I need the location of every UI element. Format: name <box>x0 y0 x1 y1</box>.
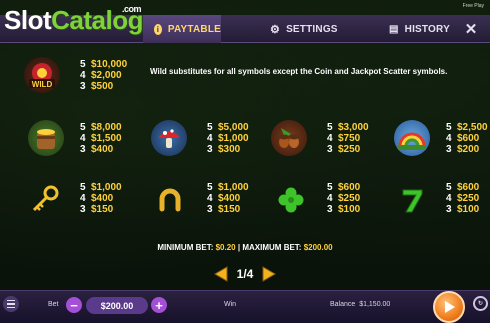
history-icon: ▤ <box>389 23 399 35</box>
prev-page-arrow-icon[interactable] <box>211 265 229 283</box>
info-icon: i <box>154 23 162 35</box>
paytable-pager: 1/4 <box>205 265 285 283</box>
logo-text-slot: Slot <box>4 5 52 35</box>
paytable-acorns: 5 $3,000 4 $750 3 $250 <box>327 122 369 155</box>
horseshoe-icon <box>152 182 188 218</box>
min-bet-label: MINIMUM BET: <box>157 243 214 252</box>
tab-history-label: HISTORY <box>404 23 450 35</box>
balance-label: Balance <box>330 301 356 308</box>
close-button[interactable]: ✕ <box>462 16 480 42</box>
autoplay-icon: ↻ <box>477 301 484 307</box>
free-play-label: Free Play <box>462 3 484 9</box>
svg-text:WILD: WILD <box>32 80 53 89</box>
bet-limits-separator: | <box>237 243 241 252</box>
play-icon <box>445 301 455 313</box>
wild-description: Wild substitutes for all symbols except … <box>150 67 448 76</box>
menu-icon <box>7 299 15 302</box>
min-bet-value: $0.20 <box>215 243 236 252</box>
paytable-key: 5 $1,000 4 $400 3 $150 <box>80 182 122 215</box>
paytable-clover: 5 $600 4 $250 3 $100 <box>327 182 361 215</box>
close-icon: ✕ <box>464 21 478 38</box>
tab-paytable[interactable]: i PAYTABLE <box>143 15 221 43</box>
wild-icon: WILD <box>24 57 60 93</box>
max-bet-label: MAXIMUM BET: <box>242 243 302 252</box>
win-label: Win <box>224 301 237 308</box>
menu-button[interactable] <box>3 296 19 312</box>
slotcatalog-logo: SlotCatalog .com <box>4 4 143 35</box>
bet-amount: $200.00 <box>86 297 148 314</box>
max-bet-value: $200.00 <box>303 243 333 252</box>
clover-icon <box>273 182 309 218</box>
bet-label: Bet <box>48 301 59 308</box>
paytable-seven: 5 $600 4 $250 3 $100 <box>446 182 480 215</box>
tab-paytable-label: PAYTABLE <box>167 23 221 35</box>
decrease-bet-button[interactable]: − <box>66 297 82 313</box>
tab-history[interactable]: ▤ HISTORY <box>389 15 459 43</box>
paytable-horseshoe: 5 $1,000 4 $400 3 $150 <box>207 182 249 215</box>
mushroom-icon <box>151 120 187 156</box>
paytable-mushroom: 5 $5,000 4 $1,000 3 $300 <box>207 122 249 155</box>
key-icon <box>26 182 62 218</box>
pot-icon <box>28 120 64 156</box>
acorn-icon <box>271 120 307 156</box>
spin-button[interactable] <box>433 291 465 323</box>
rainbow-icon <box>394 120 430 156</box>
balance-display: Balance $1,150.00 <box>330 301 390 308</box>
paytable-wild: 5 $10,000 4 $2,000 3 $500 <box>80 59 128 92</box>
page-indicator: 1/4 <box>236 267 254 281</box>
tab-settings[interactable]: ⚙ SETTINGS <box>270 15 340 43</box>
paytable-rainbow: 5 $2,500 4 $600 3 $200 <box>446 122 488 155</box>
seven-icon <box>394 182 430 218</box>
logo-text-com: .com <box>122 4 142 14</box>
autoplay-button[interactable]: ↻ <box>473 296 488 311</box>
paytable-pot: 5 $8,000 4 $1,500 3 $400 <box>80 122 122 155</box>
gear-icon: ⚙ <box>270 23 281 36</box>
next-page-arrow-icon[interactable] <box>261 265 279 283</box>
balance-value: $1,150.00 <box>359 301 391 308</box>
bet-limits: MINIMUM BET: $0.20 | MAXIMUM BET: $200.0… <box>0 243 490 252</box>
increase-bet-button[interactable]: + <box>151 297 167 313</box>
tab-settings-label: SETTINGS <box>286 23 338 35</box>
